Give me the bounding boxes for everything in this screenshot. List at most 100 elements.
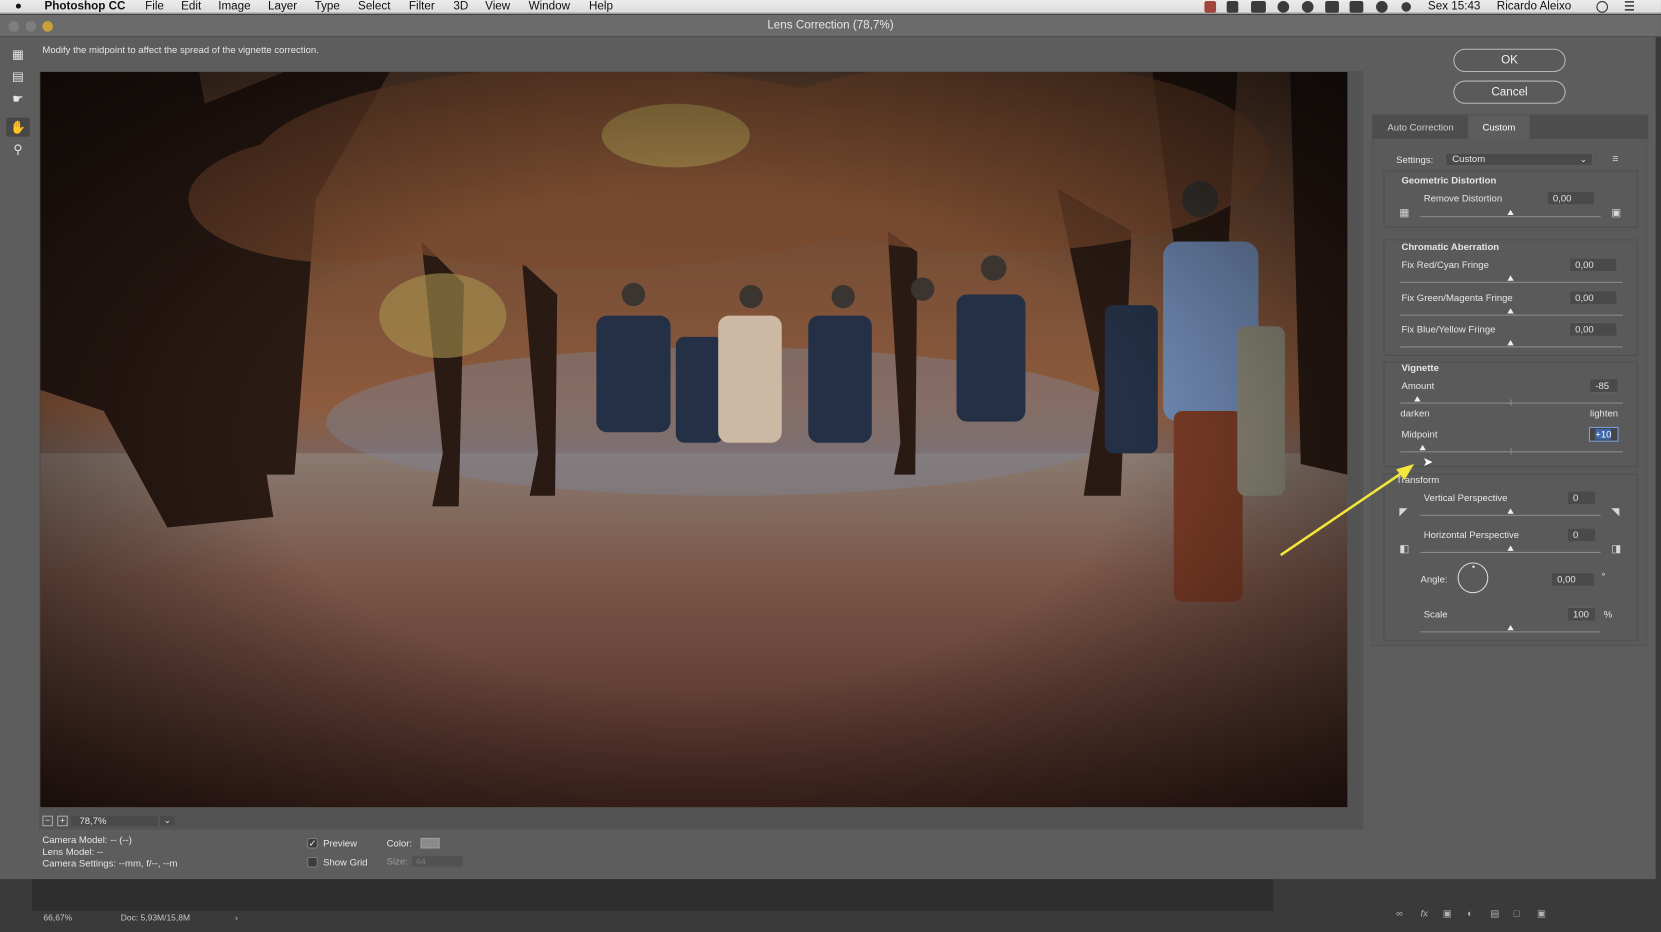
green-magenta-track[interactable]	[1400, 314, 1623, 316]
link-layers-icon[interactable]: ∞	[1396, 908, 1403, 919]
horizontal-perspective-thumb[interactable]	[1507, 545, 1514, 551]
app-tray-icon[interactable]	[1204, 1, 1217, 13]
scale-thumb[interactable]	[1507, 624, 1514, 631]
angle-label: Angle:	[1420, 574, 1448, 585]
blue-yellow-track[interactable]	[1400, 346, 1623, 348]
vignette-midpoint-field[interactable]: +10	[1588, 426, 1619, 442]
vignette-amount-thumb[interactable]	[1413, 396, 1421, 402]
cloud-icon[interactable]	[1251, 1, 1266, 13]
dropbox-icon[interactable]	[1226, 1, 1239, 13]
menu-layer[interactable]: Layer	[268, 0, 297, 14]
menu-filter[interactable]: Filter	[409, 0, 435, 14]
remove-distortion-field[interactable]: 0,00	[1546, 190, 1596, 206]
menu-help[interactable]: Help	[589, 0, 613, 14]
grid-color-swatch[interactable]	[420, 837, 440, 849]
status-zoom[interactable]: 66,67%	[43, 913, 72, 923]
scale-track[interactable]	[1420, 631, 1601, 633]
menu-edit[interactable]: Edit	[181, 0, 201, 14]
layer-mask-icon[interactable]: ▣	[1443, 908, 1452, 920]
straighten-tool-icon[interactable]: ▤	[6, 67, 29, 86]
adjustment-layer-icon[interactable]: ◐	[1467, 908, 1473, 919]
delete-layer-icon[interactable]: ▣	[1537, 908, 1546, 920]
tab-custom[interactable]: Custom	[1468, 115, 1530, 139]
preview-checkbox[interactable]: ✓	[307, 837, 318, 849]
menubar-clock[interactable]: Sex 15:43	[1428, 0, 1480, 14]
vertical-perspective-left-icon: ◤	[1399, 506, 1408, 518]
blue-yellow-thumb[interactable]	[1507, 340, 1514, 346]
new-group-icon[interactable]: ▤	[1490, 908, 1499, 920]
color-label: Color:	[386, 837, 413, 849]
menu-type[interactable]: Type	[315, 0, 340, 14]
vertical-perspective-thumb[interactable]	[1507, 508, 1514, 514]
sync-icon[interactable]	[1301, 1, 1314, 13]
horizontal-perspective-track[interactable]	[1420, 551, 1601, 553]
vignette-midpoint-label: Midpoint	[1401, 429, 1438, 440]
camera-settings-text: Camera Settings: --mm, f/--, --m	[42, 858, 178, 869]
autumn-path-photo	[40, 72, 1348, 808]
menu-3d[interactable]: 3D	[453, 0, 468, 14]
creative-cloud-icon[interactable]	[1277, 1, 1290, 13]
vertical-perspective-track[interactable]	[1420, 514, 1601, 516]
vignette-amount-field[interactable]: -85	[1588, 378, 1619, 394]
zoom-level-field[interactable]: 78,7%	[69, 814, 159, 828]
show-grid-checkbox[interactable]	[307, 856, 318, 868]
zoom-in-button[interactable]: +	[57, 815, 68, 827]
scale-unit: %	[1603, 609, 1613, 620]
menubar-user[interactable]: Ricardo Aleixo	[1497, 0, 1571, 14]
vignette-midpoint-thumb[interactable]	[1419, 444, 1426, 451]
zoom-dropdown-chevron-icon[interactable]: ⌄	[158, 814, 176, 828]
time-machine-icon[interactable]	[1376, 1, 1388, 13]
angle-dial[interactable]	[1457, 562, 1489, 594]
spotlight-search-icon[interactable]	[1596, 1, 1609, 13]
dialog-titlebar: Lens Correction (78,7%)	[0, 14, 1661, 38]
status-chevron-icon[interactable]: ›	[235, 913, 238, 923]
green-magenta-label: Fix Green/Magenta Fringe	[1401, 292, 1513, 303]
zoom-tool-icon[interactable]: ⚲	[6, 140, 29, 159]
vertical-perspective-field[interactable]: 0	[1566, 490, 1597, 506]
app-name-menu[interactable]: Photoshop CC	[44, 0, 125, 14]
menu-view[interactable]: View	[485, 0, 510, 14]
vertical-perspective-right-icon: ◥	[1611, 506, 1620, 518]
layer-fx-icon[interactable]: fx	[1421, 908, 1428, 919]
scale-field[interactable]: 100	[1566, 606, 1597, 622]
menu-file[interactable]: File	[145, 0, 164, 14]
hand-tool-icon[interactable]: ✋	[6, 117, 30, 137]
new-layer-icon[interactable]: □	[1514, 908, 1520, 919]
remove-distortion-track[interactable]	[1420, 216, 1601, 218]
notification-center-icon[interactable]: ☰	[1624, 0, 1635, 14]
volume-icon[interactable]	[1349, 1, 1364, 13]
vertical-perspective-label: Vertical Perspective	[1423, 492, 1508, 504]
remove-distortion-tool-icon[interactable]: ▦	[6, 44, 29, 63]
settings-select[interactable]: Custom ⌄	[1444, 152, 1594, 167]
apple-icon[interactable]: ●	[15, 0, 22, 14]
pincushion-icon: ▦	[1399, 207, 1410, 220]
angle-field[interactable]: 0,00	[1550, 572, 1596, 587]
menu-window[interactable]: Window	[529, 0, 570, 14]
green-magenta-thumb[interactable]	[1507, 308, 1514, 314]
ok-button[interactable]: OK	[1453, 48, 1566, 73]
move-grid-tool-icon[interactable]: ☛	[6, 89, 29, 108]
cancel-button[interactable]: Cancel	[1453, 80, 1566, 104]
horizontal-perspective-field[interactable]: 0	[1566, 527, 1597, 543]
blue-yellow-field[interactable]: 0,00	[1568, 322, 1618, 337]
remove-distortion-label: Remove Distortion	[1423, 192, 1503, 204]
settings-menu-icon[interactable]: ≡	[1612, 154, 1618, 166]
grid-size-select[interactable]: 64	[411, 854, 464, 868]
zoom-out-button[interactable]: −	[42, 815, 53, 827]
preview-canvas[interactable]	[39, 70, 1364, 830]
red-cyan-field[interactable]: 0,00	[1568, 257, 1618, 273]
tab-auto-correction[interactable]: Auto Correction	[1373, 115, 1468, 138]
chromatic-aberration-title: Chromatic Aberration	[1401, 241, 1500, 253]
wifi-icon[interactable]	[1325, 1, 1339, 13]
preview-photo[interactable]	[40, 72, 1348, 808]
red-cyan-thumb[interactable]	[1507, 275, 1514, 281]
barrel-icon: ▣	[1611, 207, 1622, 220]
remove-distortion-thumb[interactable]	[1507, 209, 1514, 216]
menu-image[interactable]: Image	[218, 0, 250, 14]
bluetooth-icon[interactable]	[1401, 2, 1411, 12]
red-cyan-label: Fix Red/Cyan Fringe	[1401, 259, 1489, 271]
menu-select[interactable]: Select	[358, 0, 390, 14]
red-cyan-track[interactable]	[1400, 281, 1623, 283]
blue-yellow-label: Fix Blue/Yellow Fringe	[1401, 324, 1496, 335]
green-magenta-field[interactable]: 0,00	[1568, 290, 1618, 306]
